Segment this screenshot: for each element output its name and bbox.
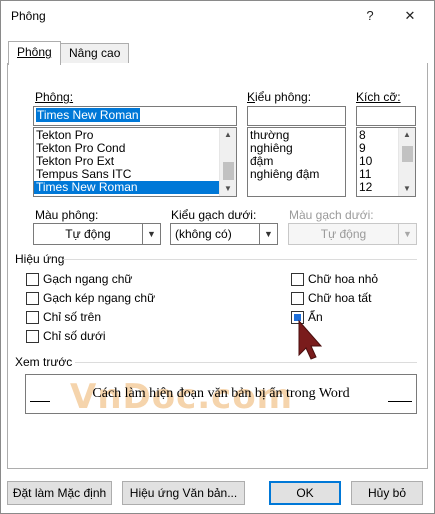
scroll-up-icon[interactable]: ▲ [220, 128, 236, 142]
font-list[interactable]: Tekton Pro Tekton Pro Cond Tekton Pro Ex… [33, 127, 237, 197]
size-label: Kích cỡ: [356, 90, 401, 104]
double-strikethrough-label: Gạch kép ngang chữ [43, 291, 156, 305]
window-title: Phông [11, 9, 46, 23]
list-item-selected[interactable]: Times New Roman [34, 181, 219, 194]
all-caps-checkbox[interactable] [291, 292, 304, 305]
ok-button[interactable]: OK [269, 481, 341, 505]
scroll-up-icon[interactable]: ▲ [399, 128, 415, 142]
underline-color-select: Tự động ▼ [288, 223, 417, 245]
size-list[interactable]: 8 9 10 11 12 ▲ ▼ [356, 127, 416, 197]
style-label-text: iểu phông: [255, 90, 312, 104]
tab-advanced-label: Nâng cao [69, 46, 121, 60]
subscript-label: Chỉ số dưới [43, 329, 106, 343]
preview-heading: Xem trước [15, 355, 73, 369]
font-color-value: Tự động [65, 227, 111, 241]
scroll-thumb[interactable] [402, 146, 413, 162]
cancel-button[interactable]: Hủy bỏ [351, 481, 423, 505]
mouse-cursor-icon [298, 319, 323, 360]
list-item[interactable]: nghiêng đậm [248, 168, 345, 181]
preview-divider [75, 362, 417, 363]
style-label: Kiểu phông: [247, 90, 312, 104]
close-button[interactable]: ✕ [399, 6, 421, 26]
underline-color-value: Tự động [320, 227, 367, 241]
strikethrough-checkbox[interactable] [26, 273, 39, 286]
scroll-thumb[interactable] [223, 162, 234, 180]
effects-divider [63, 259, 417, 260]
preview-box: VnDoc.com Cách làm hiện đoạn văn bản bị … [25, 374, 417, 417]
set-default-button[interactable]: Đặt làm Mặc định [7, 481, 112, 505]
superscript-label: Chỉ số trên [43, 310, 102, 324]
scroll-down-icon[interactable]: ▼ [220, 182, 236, 196]
preview-text: Cách làm hiện đoạn văn bản bị ẩn trong W… [92, 386, 350, 401]
small-caps-checkbox[interactable] [291, 273, 304, 286]
help-button[interactable]: ? [359, 6, 381, 26]
size-list-scrollbar[interactable]: ▲ ▼ [398, 128, 415, 196]
tab-font[interactable]: Phông [8, 41, 61, 65]
effects-heading: Hiệu ứng [15, 252, 65, 266]
small-caps-label: Chữ hoa nhỏ [308, 272, 379, 286]
underline-style-value: (không có) [175, 227, 232, 241]
style-list[interactable]: thường nghiêng đậm nghiêng đậm [247, 127, 346, 197]
style-input[interactable] [247, 106, 346, 126]
font-color-label: Màu phông: [35, 208, 99, 222]
size-input[interactable] [356, 106, 416, 126]
text-effects-button[interactable]: Hiệu ứng Văn bản... [122, 481, 245, 505]
font-input-value: Times New Roman [36, 108, 140, 122]
tab-advanced[interactable]: Nâng cao [60, 43, 130, 63]
scroll-down-icon[interactable]: ▼ [399, 182, 415, 196]
subscript-checkbox[interactable] [26, 330, 39, 343]
strikethrough-label: Gạch ngang chữ [43, 272, 133, 286]
font-input[interactable]: Times New Roman [33, 106, 237, 126]
font-label: Phông: [35, 90, 74, 104]
underline-style-select[interactable]: (không có) ▼ [170, 223, 278, 245]
font-dialog: Phông ? ✕ Phông Nâng cao Phông: Times Ne… [0, 0, 435, 514]
double-strikethrough-checkbox[interactable] [26, 292, 39, 305]
tab-font-label: Phông [17, 45, 52, 59]
underline-color-label: Màu gạch dưới: [289, 208, 374, 222]
chevron-down-icon[interactable]: ▼ [142, 224, 160, 244]
font-color-select[interactable]: Tự động ▼ [33, 223, 161, 245]
chevron-down-icon: ▼ [398, 224, 416, 244]
underline-style-label: Kiểu gạch dưới: [171, 208, 257, 222]
font-list-scrollbar[interactable]: ▲ ▼ [219, 128, 236, 196]
superscript-checkbox[interactable] [26, 311, 39, 324]
chevron-down-icon[interactable]: ▼ [259, 224, 277, 244]
all-caps-label: Chữ hoa tất [308, 291, 372, 305]
